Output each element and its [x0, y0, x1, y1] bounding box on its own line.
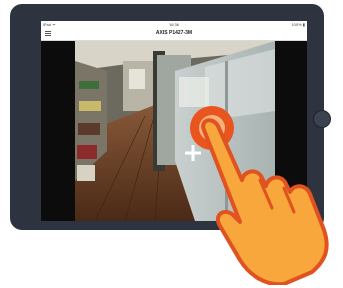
status-time: 16:36 — [168, 22, 179, 27]
nav-bar: AXIS P1427-3M — [41, 28, 307, 41]
battery-indicator: 100% ▮ — [291, 22, 305, 27]
tap-hand-icon — [190, 106, 329, 285]
camera-title: AXIS P1427-3M — [155, 30, 193, 36]
status-bar: iPad ᯤ 16:36 100% ▮ — [41, 21, 307, 28]
